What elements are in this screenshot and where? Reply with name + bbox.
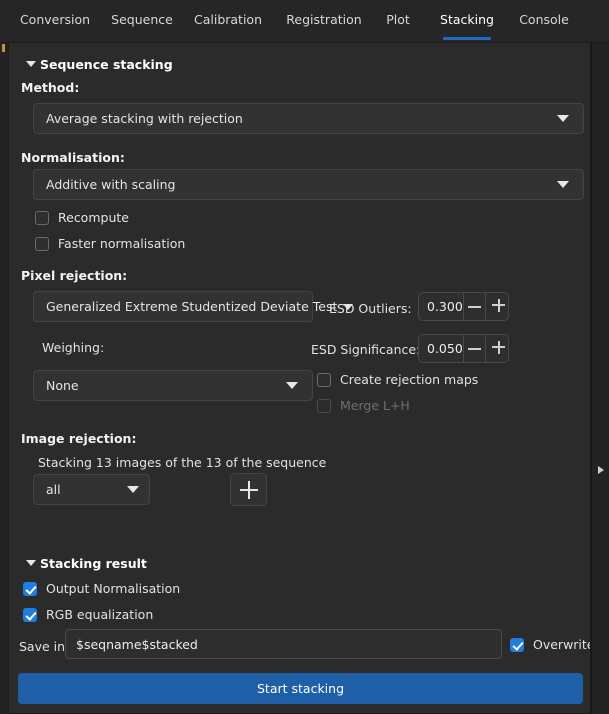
tab-label: Plot [386, 12, 410, 27]
faster-normalisation-checkbox[interactable]: Faster normalisation [35, 236, 185, 251]
chevron-down-icon [26, 560, 36, 566]
right-gutter [591, 43, 609, 714]
esd-significance-value[interactable]: 0.050 [419, 335, 463, 362]
tab-label: Registration [286, 12, 362, 27]
start-stacking-label: Start stacking [256, 681, 345, 696]
weighing-label: Weighing: [42, 340, 105, 355]
checkbox-box [35, 236, 49, 251]
tab-conversion[interactable]: Conversion [10, 0, 100, 43]
checkbox-box [23, 607, 37, 622]
image-rejection-filter-combobox[interactable]: all [33, 474, 150, 505]
save-in-field[interactable]: $seqname$stacked [65, 629, 502, 659]
chevron-down-icon [286, 382, 298, 389]
save-in-label: Save in: [19, 639, 70, 654]
esd-significance-decrement-button[interactable] [462, 335, 486, 362]
main-tab-bar: Conversion Sequence Calibration Registra… [0, 0, 609, 43]
left-edge-marker [2, 44, 5, 52]
minus-icon [468, 347, 482, 350]
method-label: Method: [21, 80, 80, 95]
weighing-value: None [46, 378, 79, 393]
esd-outliers-value[interactable]: 0.300 [419, 293, 463, 320]
weighing-combobox[interactable]: None [33, 370, 313, 401]
image-rejection-status: Stacking 13 images of the 13 of the sequ… [38, 455, 327, 470]
output-normalisation-label: Output Normalisation [46, 581, 181, 596]
create-rejection-maps-checkbox[interactable]: Create rejection maps [317, 372, 478, 387]
stacking-result-group-header[interactable]: Stacking result [26, 556, 147, 571]
tab-calibration[interactable]: Calibration [186, 0, 270, 43]
esd-significance-label: ESD Significance: [311, 342, 421, 357]
esd-outliers-spinner[interactable]: 0.300 [418, 292, 509, 321]
rejection-algorithm-value: Generalized Extreme Studentized Deviate … [46, 299, 338, 314]
active-tab-indicator [443, 37, 491, 40]
method-combobox[interactable]: Average stacking with rejection [33, 103, 584, 134]
merge-lh-label: Merge L+H [340, 398, 410, 413]
rejection-algorithm-combobox[interactable]: Generalized Extreme Studentized Deviate … [33, 291, 354, 322]
tab-console[interactable]: Console [510, 0, 578, 43]
recompute-label: Recompute [58, 210, 129, 225]
esd-significance-increment-button[interactable] [485, 335, 508, 362]
tab-label: Calibration [193, 12, 262, 27]
checkbox-box [35, 210, 49, 225]
tab-label: Stacking [440, 12, 494, 27]
esd-significance-spinner[interactable]: 0.050 [418, 334, 509, 363]
rgb-equalization-label: RGB equalization [46, 607, 154, 622]
image-rejection-filter-value: all [46, 482, 61, 497]
panel-expander-icon[interactable] [598, 466, 604, 474]
output-normalisation-checkbox[interactable]: Output Normalisation [23, 581, 180, 596]
chevron-down-icon [557, 115, 569, 122]
start-stacking-button[interactable]: Start stacking [18, 673, 583, 704]
chevron-down-icon [557, 181, 569, 188]
merge-lh-checkbox: Merge L+H [317, 398, 410, 413]
group-header-label: Stacking result [40, 556, 147, 571]
tab-label: Sequence [111, 12, 173, 27]
minus-icon [468, 305, 482, 308]
chevron-down-icon [127, 486, 139, 493]
rgb-equalization-checkbox[interactable]: RGB equalization [23, 607, 153, 622]
normalisation-combobox[interactable]: Additive with scaling [33, 169, 584, 200]
tab-label: Console [519, 12, 569, 27]
create-rejection-maps-label: Create rejection maps [340, 372, 479, 387]
method-value: Average stacking with rejection [46, 111, 243, 126]
esd-outliers-label: ESD Outliers: [329, 301, 412, 316]
pixel-rejection-label: Pixel rejection: [21, 268, 128, 283]
chevron-down-icon [26, 61, 36, 67]
esd-outliers-decrement-button[interactable] [462, 293, 486, 320]
tab-label: Conversion [19, 12, 91, 27]
sequence-stacking-group-header[interactable]: Sequence stacking [26, 57, 173, 72]
add-image-rejection-button[interactable] [230, 473, 267, 506]
image-rejection-label: Image rejection: [21, 431, 137, 446]
tab-sequence[interactable]: Sequence [103, 0, 181, 43]
normalisation-label: Normalisation: [21, 150, 125, 165]
overwrite-label: Overwrite [533, 637, 591, 652]
tab-stacking[interactable]: Stacking [437, 0, 497, 43]
checkbox-box [23, 581, 37, 596]
overwrite-checkbox[interactable]: Overwrite [510, 637, 591, 652]
faster-normalisation-label: Faster normalisation [58, 236, 186, 251]
normalisation-value: Additive with scaling [46, 177, 176, 192]
checkbox-box [510, 637, 524, 652]
checkbox-box [317, 372, 331, 387]
stacking-panel: Sequence stacking Method: Average stacki… [8, 43, 591, 714]
tab-plot[interactable]: Plot [378, 0, 418, 43]
left-gutter [0, 43, 8, 714]
recompute-checkbox[interactable]: Recompute [35, 210, 129, 225]
save-in-value: $seqname$stacked [76, 636, 198, 652]
esd-outliers-increment-button[interactable] [485, 293, 508, 320]
tab-registration[interactable]: Registration [278, 0, 370, 43]
group-header-label: Sequence stacking [40, 57, 173, 72]
checkbox-box [317, 398, 331, 413]
